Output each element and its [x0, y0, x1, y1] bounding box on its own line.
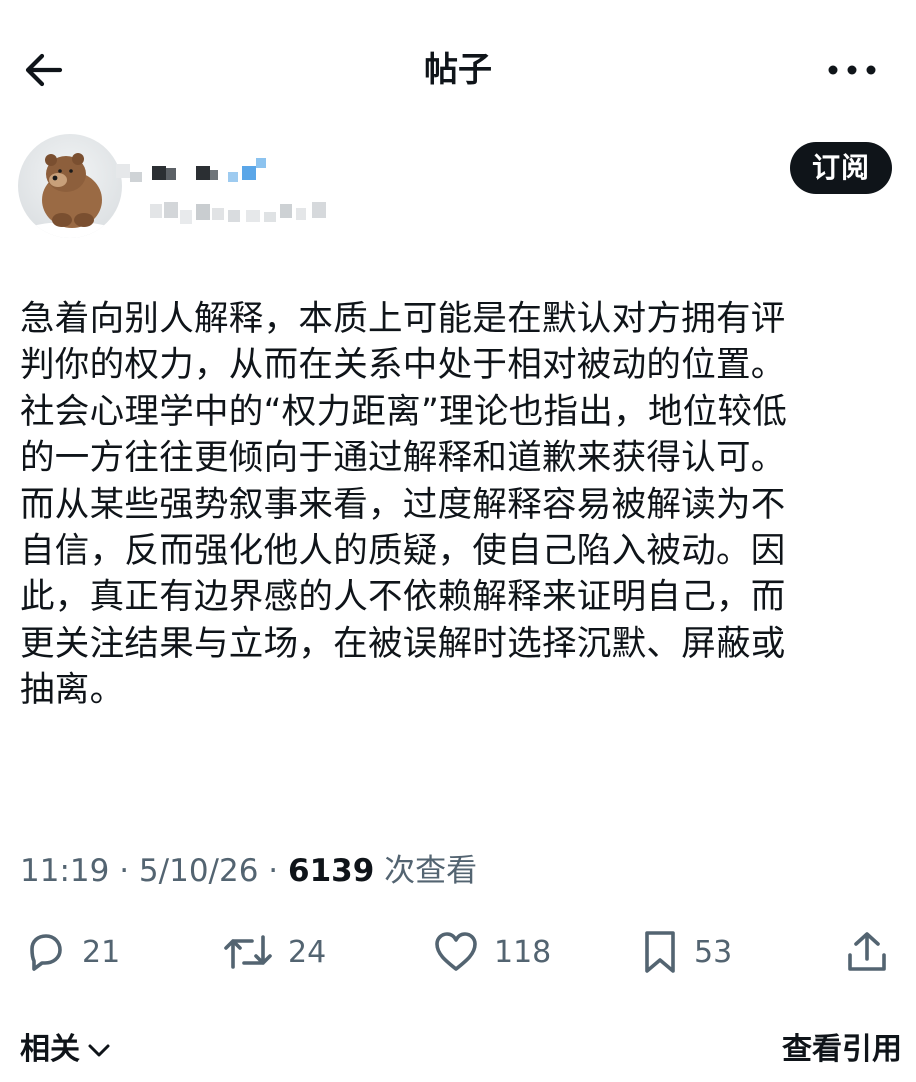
bookmark-icon	[645, 931, 675, 973]
author-handle-redacted	[150, 198, 350, 228]
related-label: 相关	[20, 1032, 80, 1067]
post-text: 急着向别人解释，本质上可能是在默认对方拥有评 判你的权力，从而在关系中处于相对被…	[20, 299, 788, 711]
chevron-down-icon	[88, 1044, 110, 1057]
view-count-label: 次查看	[384, 853, 478, 889]
author-name-redacted[interactable]	[116, 148, 316, 188]
meta-separator: ·	[119, 853, 139, 889]
pixelated-name-icon	[116, 158, 266, 182]
bear-avatar-icon	[18, 134, 122, 238]
view-count[interactable]: 6139	[288, 853, 374, 889]
top-bar: 帖子	[0, 0, 916, 140]
repost-count: 24	[288, 934, 327, 970]
like-count: 118	[494, 934, 552, 970]
more-button[interactable]	[824, 46, 880, 94]
like-button[interactable]: 118	[432, 922, 551, 982]
repost-icon	[224, 935, 272, 969]
author-row: 订阅	[18, 134, 898, 244]
more-dots-icon	[828, 65, 876, 75]
page-title: 帖子	[424, 50, 492, 90]
post-time: 11:19	[20, 853, 110, 889]
related-toggle[interactable]: 相关	[20, 1026, 114, 1074]
heart-icon	[435, 932, 477, 971]
repost-button[interactable]: 24	[222, 922, 326, 982]
reply-count: 21	[82, 934, 121, 970]
subscribe-button[interactable]: 订阅	[789, 142, 892, 194]
pixelated-handle-icon	[150, 202, 326, 224]
meta-separator: ·	[268, 853, 289, 889]
share-icon	[848, 932, 886, 971]
reply-icon	[30, 934, 62, 971]
post-date: 5/10/26	[138, 853, 259, 889]
post-meta: 11:19 · 5/10/26 · 6139 次查看	[20, 848, 477, 894]
share-button[interactable]	[844, 922, 890, 982]
reply-button[interactable]: 21	[22, 922, 120, 982]
bookmark-button[interactable]: 53	[640, 922, 732, 982]
view-quotes-link[interactable]: 查看引用	[782, 1026, 902, 1082]
action-bar: 21 24 118 53	[0, 922, 916, 982]
bookmark-count: 53	[694, 934, 733, 970]
avatar[interactable]	[18, 134, 122, 238]
